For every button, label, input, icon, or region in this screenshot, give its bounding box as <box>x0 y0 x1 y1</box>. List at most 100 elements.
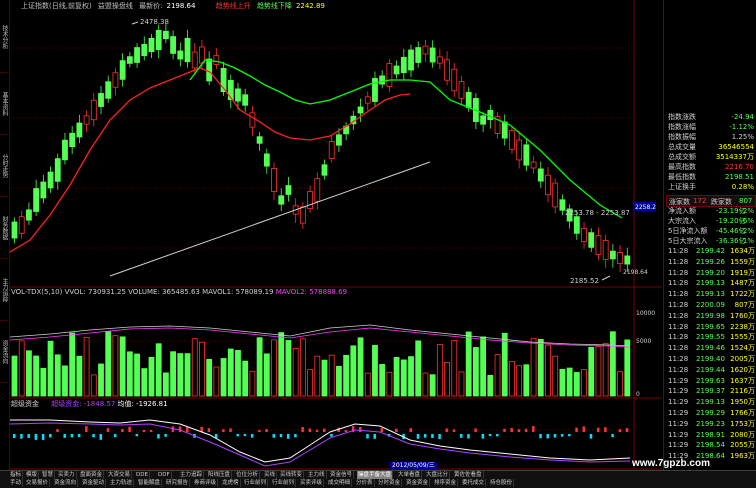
bottom-tab[interactable]: 分价表 <box>355 479 375 487</box>
volume-value: VOLUME: 365485.63 <box>128 288 200 296</box>
candle-body <box>249 112 256 128</box>
candle-body <box>47 171 54 189</box>
volume-bar <box>328 354 335 397</box>
stat-row: 总成交额 3514337万 <box>668 152 754 162</box>
flow-row: 大宗流入 -19.20亿 -6% <box>668 216 754 226</box>
bottom-tab[interactable]: 龙虎榜 <box>221 479 241 487</box>
volume-bar <box>408 356 414 397</box>
sidebar-tab-main-force[interactable]: 主力追踪 <box>0 260 8 321</box>
bottom-tab[interactable]: 交易报价 <box>25 479 51 487</box>
capital-bar <box>467 434 470 439</box>
capital-bar <box>596 427 600 432</box>
bottom-tab[interactable]: 券商评级 <box>193 479 219 487</box>
bottom-tab[interactable]: 资金驱动 <box>81 479 107 487</box>
stat-label: 最低指数 <box>668 173 696 181</box>
bottom-tab[interactable]: 持仓股份 <box>489 479 515 487</box>
stat-value: -24.94 <box>731 113 754 121</box>
volume-bar <box>76 355 83 397</box>
volume-bar <box>11 355 18 397</box>
volume-bar <box>357 337 364 397</box>
capital-bar <box>164 434 167 437</box>
candle-body <box>364 96 371 104</box>
capital-bar <box>517 429 521 432</box>
tick-price: 2199.42 <box>696 247 725 255</box>
tick-row: 11:28 2199.13 1487万 <box>668 279 755 288</box>
bottom-tab[interactable]: 操盘手备大盘 <box>357 471 394 479</box>
bottom-tab[interactable]: DDE <box>135 471 150 479</box>
capital-bar <box>186 427 189 432</box>
bottom-tab[interactable]: 资金资金 <box>405 479 431 487</box>
bottom-tab[interactable]: DDF <box>157 471 172 479</box>
tick-price: 2199.13 <box>696 290 725 299</box>
bottom-tab[interactable]: 位位分析 <box>235 471 261 479</box>
stat-label: 最高指数 <box>668 163 696 171</box>
candle-body <box>509 130 515 150</box>
bottom-tab[interactable]: 手动 <box>9 479 24 487</box>
bottom-tab[interactable]: 资金信号 <box>329 471 355 479</box>
bottom-tab[interactable]: 主力轨迹 <box>109 479 135 487</box>
sidebar-tab-basic-info[interactable]: 基本资料 <box>0 74 8 135</box>
volume-bar <box>299 338 306 397</box>
bottom-tab[interactable]: 大盘比分 <box>425 471 451 479</box>
tick-time: 11:28 <box>668 247 689 255</box>
bottom-tab[interactable]: 智能解盘 <box>137 479 163 487</box>
bottom-tab[interactable]: 买线 <box>263 471 278 479</box>
bottom-tab[interactable]: 行业前列 <box>243 479 269 487</box>
bottom-tab[interactable]: 智慧 <box>41 471 56 479</box>
volume-bar <box>170 351 177 397</box>
candle-body <box>199 46 205 64</box>
flow-label: 5日大宗流入 <box>668 237 708 245</box>
tick-price: 2199.37 <box>696 387 725 396</box>
bottom-tab[interactable]: 委托成交 <box>461 479 487 487</box>
bottom-tab[interactable]: 阳线压盘 <box>207 471 233 479</box>
flow-label: 5日净流入额 <box>668 227 708 235</box>
bottom-tab[interactable]: 买线转变 <box>279 471 305 479</box>
chart-area[interactable]: 2478.38 2253.78 - 2253.87 2185.52 2198.6… <box>10 0 662 470</box>
candle-body <box>184 37 191 63</box>
stat-label: 指数涨幅 <box>668 123 696 131</box>
bottom-tab[interactable]: 主力追踪 <box>179 471 205 479</box>
sidebar-tab-capital-flow[interactable]: 资金流向 <box>0 322 8 383</box>
candle-body <box>206 58 213 82</box>
bottom-tab[interactable]: 买卖评级 <box>299 479 325 487</box>
bottom-tab[interactable]: 买卖力 <box>57 471 77 479</box>
bottom-tab[interactable]: 大单看盘 <box>397 471 423 479</box>
date-marker: 2012/05/09/三 <box>390 462 437 469</box>
mavol2-value: MAVOL2: 578888.69 <box>275 288 348 296</box>
volume-bar <box>343 354 350 397</box>
bottom-tab[interactable]: 分时资金 <box>377 479 403 487</box>
sidebar-tab-technical[interactable]: 技术分析 <box>0 2 8 73</box>
bottom-tab[interactable]: 研究报告 <box>165 479 191 487</box>
candle-body <box>321 164 328 176</box>
candle-body <box>408 49 414 71</box>
capital-bar <box>236 434 239 437</box>
capital-bar <box>474 428 477 432</box>
bottom-tab[interactable]: 盘面资金 <box>79 471 105 479</box>
stat-row: 最低指数 2198.51 <box>668 172 754 182</box>
tick-time: 11:29 <box>668 430 689 439</box>
bottom-tab[interactable]: 指标 <box>9 471 24 479</box>
volume-bar <box>588 346 595 397</box>
volume-bar <box>472 347 479 397</box>
tick-row: 11:28 2199.42 1634万 <box>668 247 755 256</box>
bottom-tab[interactable]: 黄佐佐看盘 <box>453 471 484 479</box>
candle-body <box>487 109 494 121</box>
bottom-tab[interactable]: 成交明细 <box>327 479 353 487</box>
candle-body <box>271 168 277 192</box>
capital-bar <box>27 434 30 438</box>
bottom-tab[interactable]: 资金流向 <box>53 479 79 487</box>
bottom-tab[interactable]: 行业前列 <box>271 479 297 487</box>
capital-bar <box>207 428 211 432</box>
sidebar-tab-financial[interactable]: 财务数据 <box>0 198 8 259</box>
volume-bar <box>263 353 270 397</box>
volume-bar <box>126 351 133 397</box>
sidebar-tab-intraday[interactable]: 分时走势 <box>0 136 8 197</box>
bottom-tab[interactable]: 主力线 <box>307 471 327 479</box>
capital-bar <box>359 426 362 432</box>
bottom-tab[interactable]: 大资交易 <box>107 471 133 479</box>
bottom-tab[interactable]: 模版 <box>25 471 40 479</box>
stat-value: 0.28% <box>731 183 754 191</box>
bottom-tab[interactable]: 排序资金 <box>433 479 459 487</box>
capital-bar <box>279 434 283 438</box>
capital-bar <box>589 434 593 439</box>
